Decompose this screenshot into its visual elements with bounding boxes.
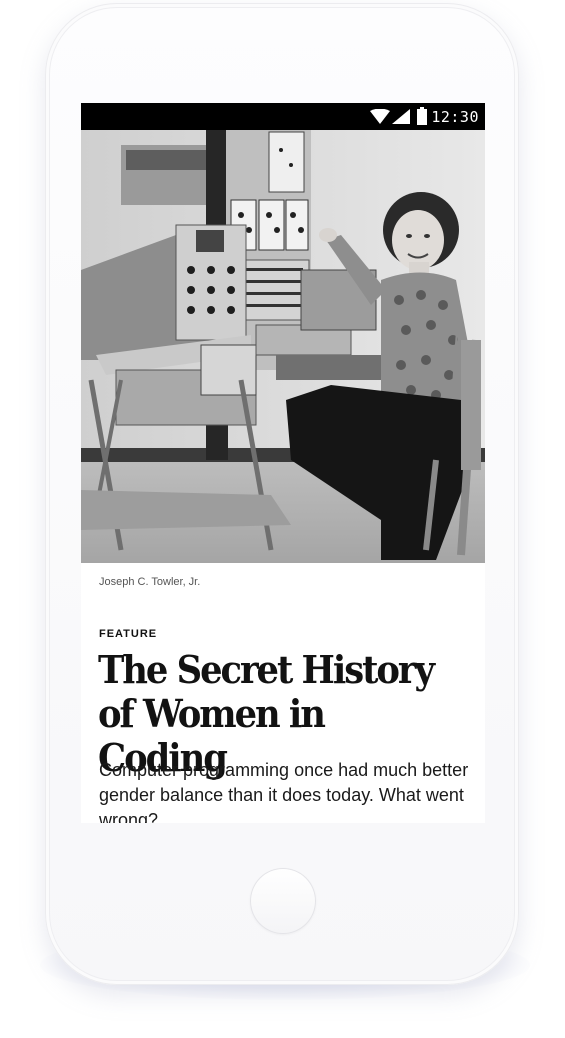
home-button[interactable]: [250, 868, 316, 934]
article-kicker: FEATURE: [99, 628, 158, 640]
article-dek: Computer programming once had much bette…: [99, 760, 469, 823]
signal-icon: [392, 109, 410, 124]
article-photo[interactable]: [81, 130, 485, 563]
status-bar: 12:30: [81, 103, 485, 130]
photo-credit: Joseph C. Towler, Jr.: [99, 576, 201, 588]
headline-line-1: The Secret History: [98, 647, 435, 692]
status-time: 12:30: [431, 108, 479, 126]
wifi-icon: [370, 109, 390, 124]
phone-screen: 12:30 Joseph C. Towler, Jr. FEATURE The …: [81, 103, 485, 823]
battery-icon: [417, 107, 427, 125]
